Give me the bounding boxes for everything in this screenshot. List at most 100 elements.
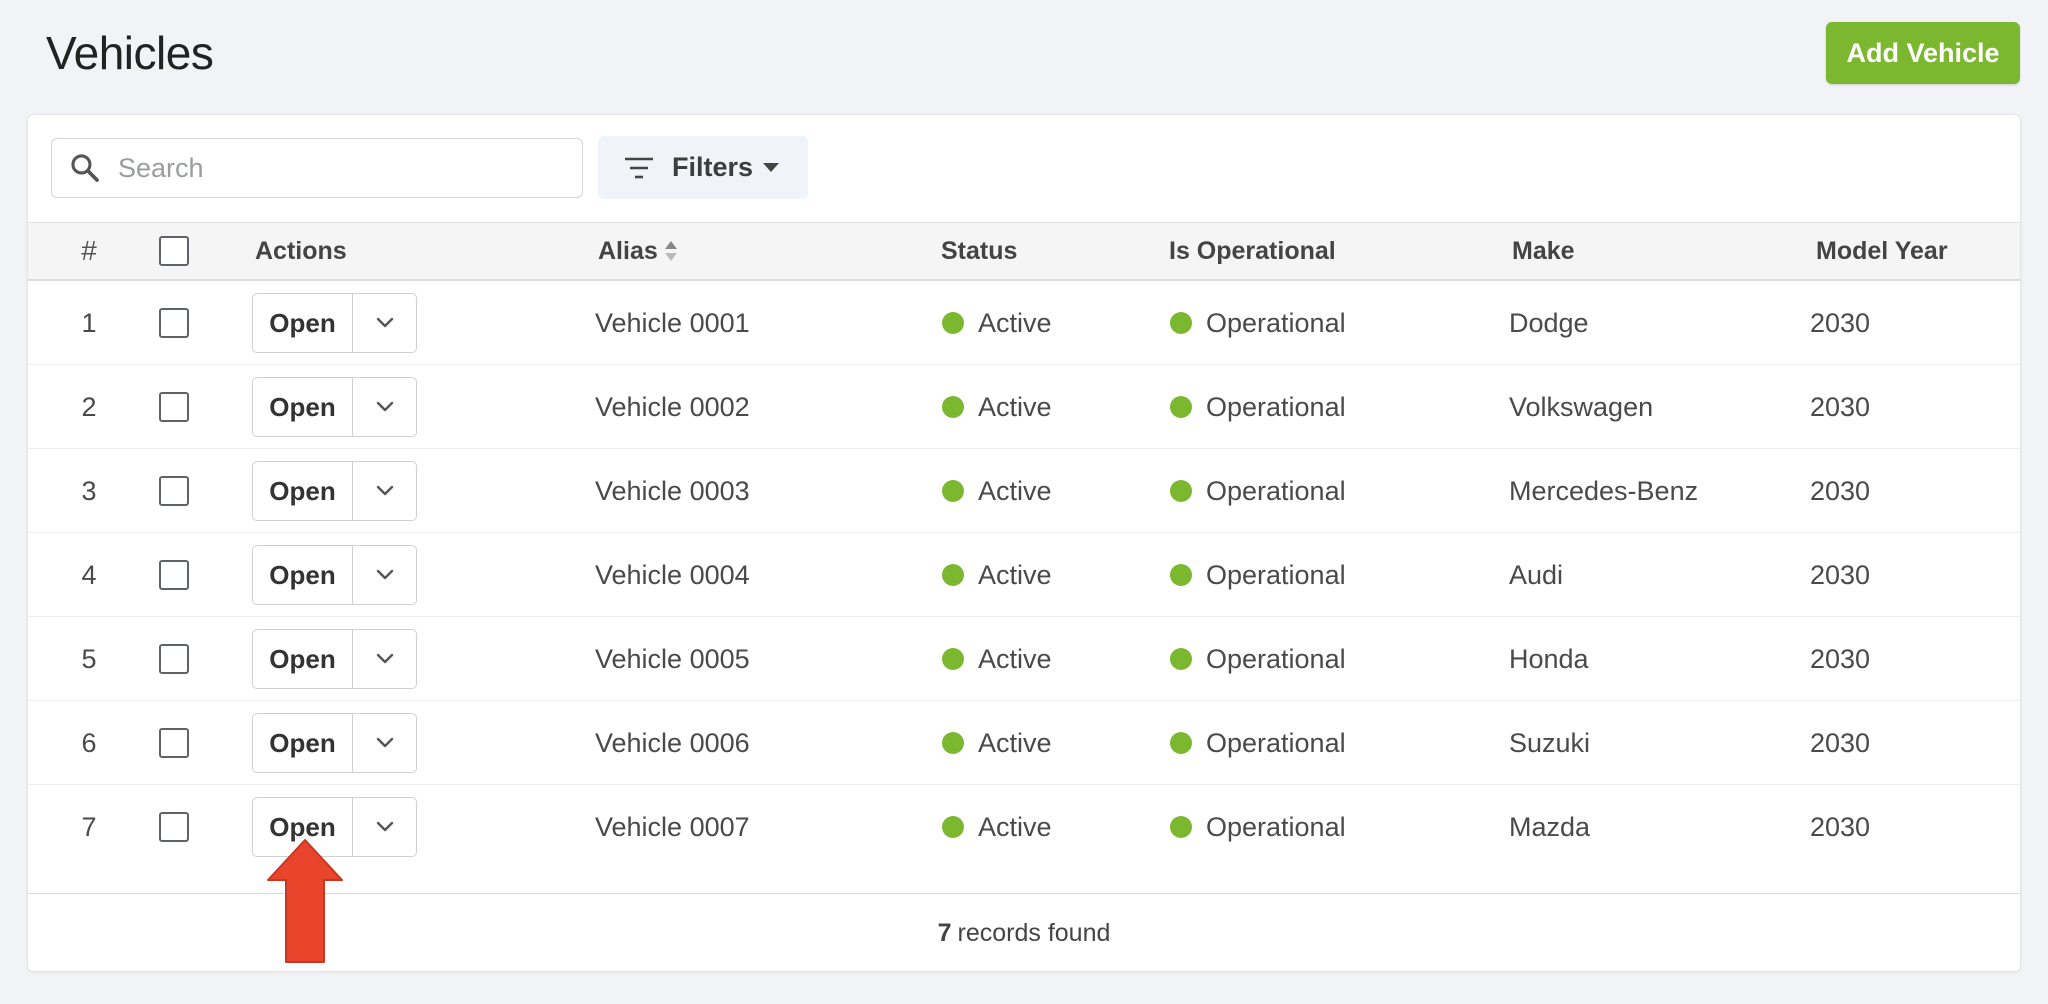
row-actions-dropdown[interactable] (353, 714, 416, 772)
row-checkbox[interactable] (159, 644, 189, 674)
column-header-make: Make (1512, 236, 1575, 265)
row-actions: Open (252, 713, 417, 773)
make-cell: Volkswagen (1509, 391, 1654, 422)
vehicle-alias[interactable]: Vehicle 0005 (595, 617, 750, 701)
operational-cell: Operational (1170, 365, 1346, 449)
column-header-alias[interactable]: Alias (598, 223, 678, 279)
chevron-down-icon (376, 653, 394, 665)
table-row: 5 Open Vehicle 0005 Active Operational H… (28, 617, 2020, 701)
chevron-down-icon (376, 821, 394, 833)
table-body: 1 Open Vehicle 0001 Active Operational D… (28, 281, 2020, 892)
row-actions-dropdown[interactable] (353, 462, 416, 520)
operational-text: Operational (1206, 811, 1346, 842)
vehicle-alias[interactable]: Vehicle 0006 (595, 701, 750, 785)
vehicle-alias[interactable]: Vehicle 0002 (595, 365, 750, 449)
page-title: Vehicles (46, 27, 214, 79)
status-cell: Active (942, 785, 1052, 869)
row-number: 6 (81, 727, 97, 758)
row-number: 4 (81, 559, 97, 590)
operational-text: Operational (1206, 643, 1346, 674)
make-cell: Mercedes-Benz (1509, 475, 1699, 506)
operational-text: Operational (1206, 391, 1346, 422)
vehicle-alias[interactable]: Vehicle 0003 (595, 449, 750, 533)
status-dot-icon (942, 732, 964, 754)
filters-label: Filters (672, 152, 754, 182)
model-year-cell: 2030 (1810, 643, 1871, 674)
column-header-actions: Actions (255, 236, 347, 265)
open-button[interactable]: Open (253, 714, 353, 772)
vehicle-alias[interactable]: Vehicle 0007 (595, 785, 750, 869)
select-all-checkbox[interactable] (159, 236, 189, 266)
status-cell: Active (942, 281, 1052, 365)
column-header-number: # (81, 235, 97, 266)
row-number: 1 (81, 307, 97, 338)
records-count-number: 7 (937, 919, 952, 947)
column-header-is-operational: Is Operational (1169, 236, 1336, 265)
status-text: Active (978, 559, 1052, 590)
status-text: Active (978, 727, 1052, 758)
model-year-cell: 2030 (1810, 475, 1871, 506)
filters-button[interactable]: Filters (598, 136, 808, 199)
operational-dot-icon (1170, 396, 1192, 418)
table-row: 3 Open Vehicle 0003 Active Operational M… (28, 449, 2020, 533)
status-cell: Active (942, 701, 1052, 785)
row-number: 5 (81, 643, 97, 674)
search-input[interactable] (118, 152, 518, 184)
sort-icon[interactable] (664, 239, 678, 263)
row-checkbox[interactable] (159, 392, 189, 422)
row-checkbox[interactable] (159, 812, 189, 842)
open-button[interactable]: Open (253, 546, 353, 604)
status-text: Active (978, 811, 1052, 842)
row-actions-dropdown[interactable] (353, 294, 416, 352)
row-number: 3 (81, 475, 97, 506)
make-cell: Honda (1509, 643, 1589, 674)
model-year-cell: 2030 (1810, 727, 1871, 758)
open-button[interactable]: Open (253, 378, 353, 436)
status-cell: Active (942, 617, 1052, 701)
status-dot-icon (942, 648, 964, 670)
annotation-arrow-icon (267, 839, 343, 963)
chevron-down-icon (376, 317, 394, 329)
operational-cell: Operational (1170, 449, 1346, 533)
column-header-model-year: Model Year (1816, 236, 1948, 265)
row-checkbox[interactable] (159, 476, 189, 506)
make-cell: Dodge (1509, 307, 1589, 338)
row-number: 2 (81, 391, 97, 422)
status-dot-icon (942, 564, 964, 586)
row-actions-dropdown[interactable] (353, 798, 416, 856)
operational-cell: Operational (1170, 281, 1346, 365)
make-cell: Mazda (1509, 811, 1591, 842)
table-row: 4 Open Vehicle 0004 Active Operational A… (28, 533, 2020, 617)
vehicle-alias[interactable]: Vehicle 0004 (595, 533, 750, 617)
row-actions-dropdown[interactable] (353, 378, 416, 436)
row-actions-dropdown[interactable] (353, 546, 416, 604)
search-icon (68, 151, 102, 185)
make-cell: Audi (1509, 559, 1564, 590)
model-year-cell: 2030 (1810, 811, 1871, 842)
row-actions-dropdown[interactable] (353, 630, 416, 688)
chevron-down-icon (376, 569, 394, 581)
row-actions: Open (252, 461, 417, 521)
row-checkbox[interactable] (159, 308, 189, 338)
status-dot-icon (942, 396, 964, 418)
row-number: 7 (81, 811, 97, 842)
make-cell: Suzuki (1509, 727, 1591, 758)
model-year-cell: 2030 (1810, 559, 1871, 590)
open-button[interactable]: Open (253, 462, 353, 520)
status-text: Active (978, 307, 1052, 338)
table-row: 2 Open Vehicle 0002 Active Operational V… (28, 365, 2020, 449)
row-checkbox[interactable] (159, 560, 189, 590)
open-button[interactable]: Open (253, 630, 353, 688)
operational-cell: Operational (1170, 617, 1346, 701)
add-vehicle-button[interactable]: Add Vehicle (1826, 22, 2020, 84)
row-actions: Open (252, 377, 417, 437)
operational-text: Operational (1206, 559, 1346, 590)
open-button[interactable]: Open (253, 294, 353, 352)
status-cell: Active (942, 365, 1052, 449)
vehicle-alias[interactable]: Vehicle 0001 (595, 281, 750, 365)
caret-down-icon (763, 162, 780, 173)
search-box[interactable] (51, 138, 583, 198)
row-checkbox[interactable] (159, 728, 189, 758)
status-dot-icon (942, 816, 964, 838)
operational-dot-icon (1170, 732, 1192, 754)
